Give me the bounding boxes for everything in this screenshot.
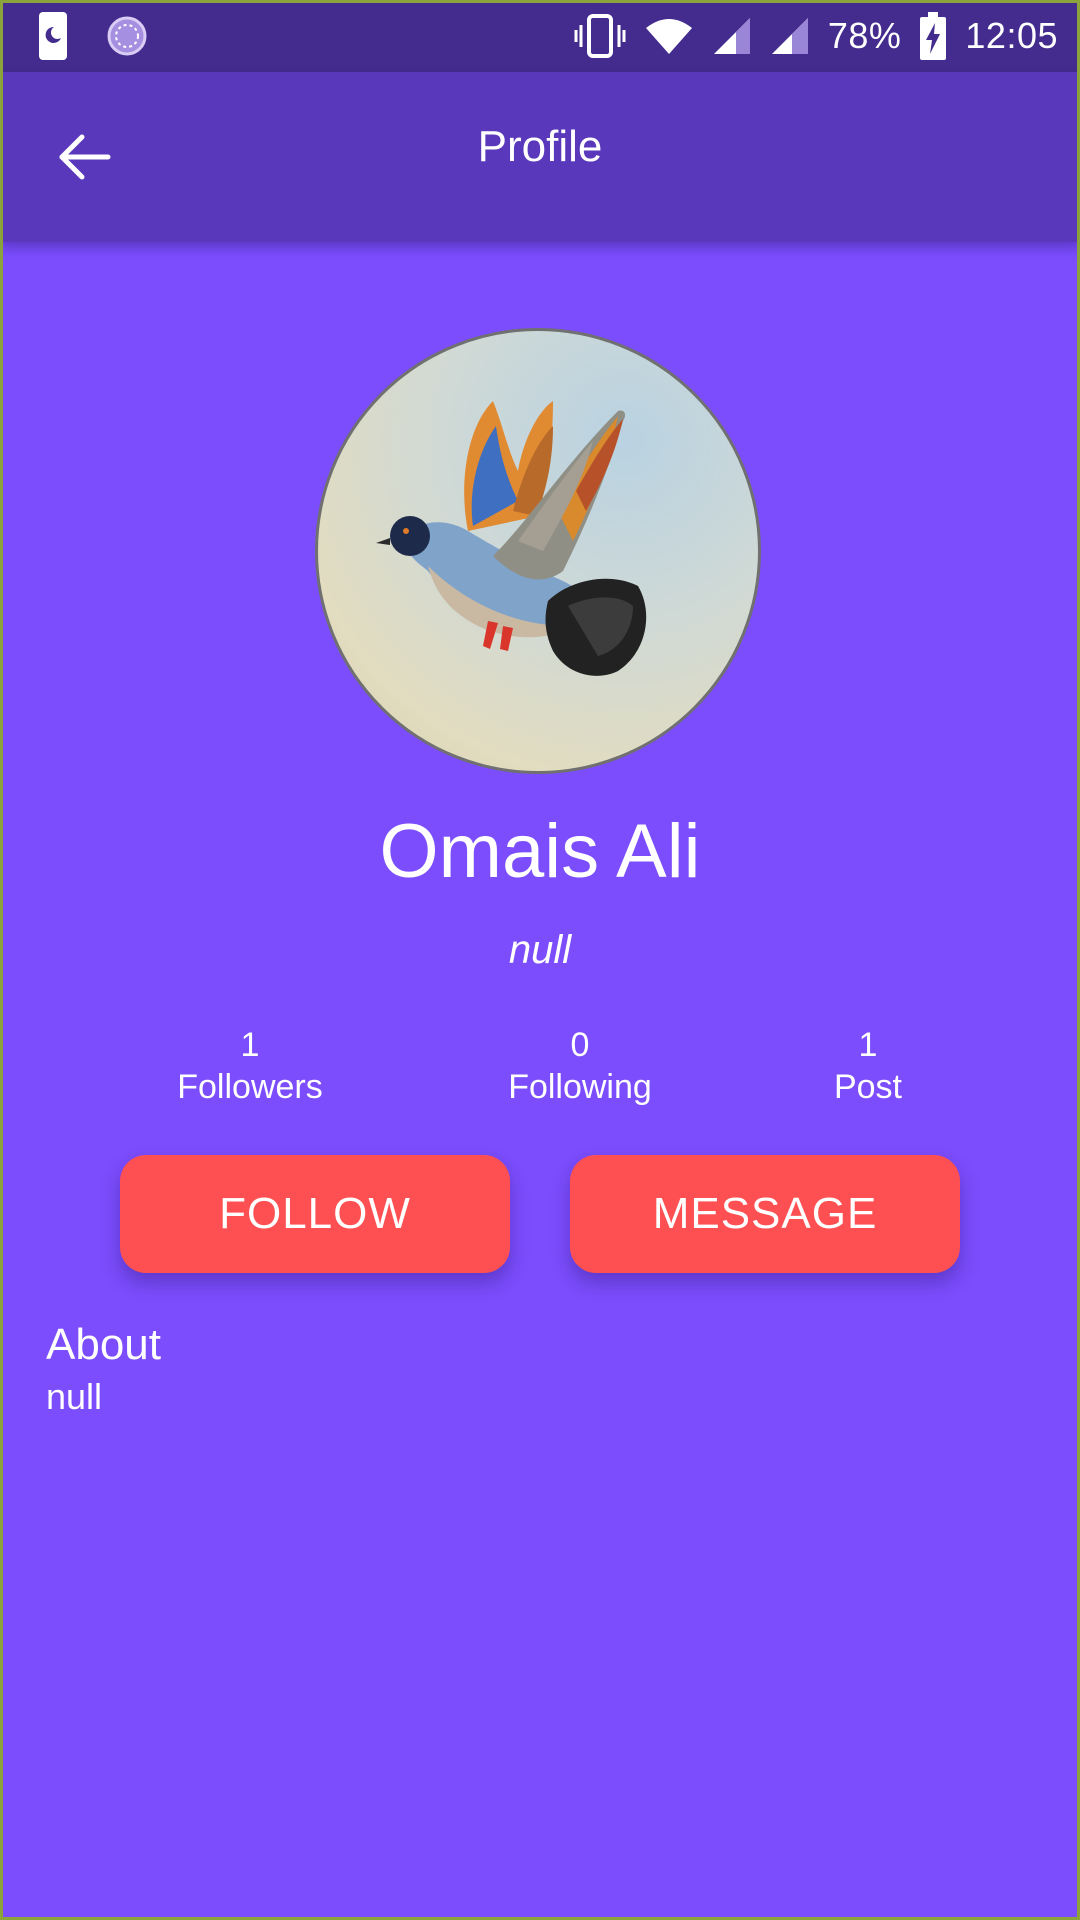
message-button[interactable]: MESSAGE bbox=[570, 1155, 960, 1273]
following-label: Following bbox=[508, 1068, 652, 1106]
profile-avatar[interactable] bbox=[315, 328, 761, 774]
wifi-icon bbox=[644, 16, 694, 56]
follow-button[interactable]: FOLLOW bbox=[120, 1155, 510, 1273]
signal-icon bbox=[712, 16, 752, 56]
profile-status: null bbox=[508, 928, 572, 972]
about-heading: About bbox=[46, 1320, 161, 1369]
following-count: 0 bbox=[570, 1026, 590, 1064]
signal-secondary-icon bbox=[770, 16, 810, 56]
app-bar: Profile bbox=[0, 72, 1080, 242]
pigeon-photo-icon bbox=[376, 401, 647, 676]
posts-count: 1 bbox=[858, 1026, 878, 1064]
followers-count: 1 bbox=[240, 1026, 260, 1064]
followers-stat[interactable]: 1 Followers bbox=[120, 1024, 380, 1108]
status-bar: 78% 12:05 bbox=[0, 0, 1080, 72]
clock-time: 12:05 bbox=[965, 15, 1058, 56]
followers-label: Followers bbox=[177, 1068, 323, 1106]
page-title: Profile bbox=[477, 122, 603, 171]
profile-name: Omais Ali bbox=[379, 809, 701, 894]
vibrate-icon bbox=[574, 13, 626, 59]
following-stat[interactable]: 0 Following bbox=[450, 1024, 710, 1108]
night-mode-app-icon bbox=[38, 11, 68, 61]
sync-indicator-icon bbox=[106, 15, 148, 57]
posts-stat[interactable]: 1 Post bbox=[738, 1024, 998, 1108]
posts-label: Post bbox=[833, 1068, 903, 1106]
battery-percentage: 78% bbox=[827, 15, 902, 56]
about-text: null bbox=[46, 1376, 103, 1417]
battery-charging-icon bbox=[919, 11, 947, 61]
